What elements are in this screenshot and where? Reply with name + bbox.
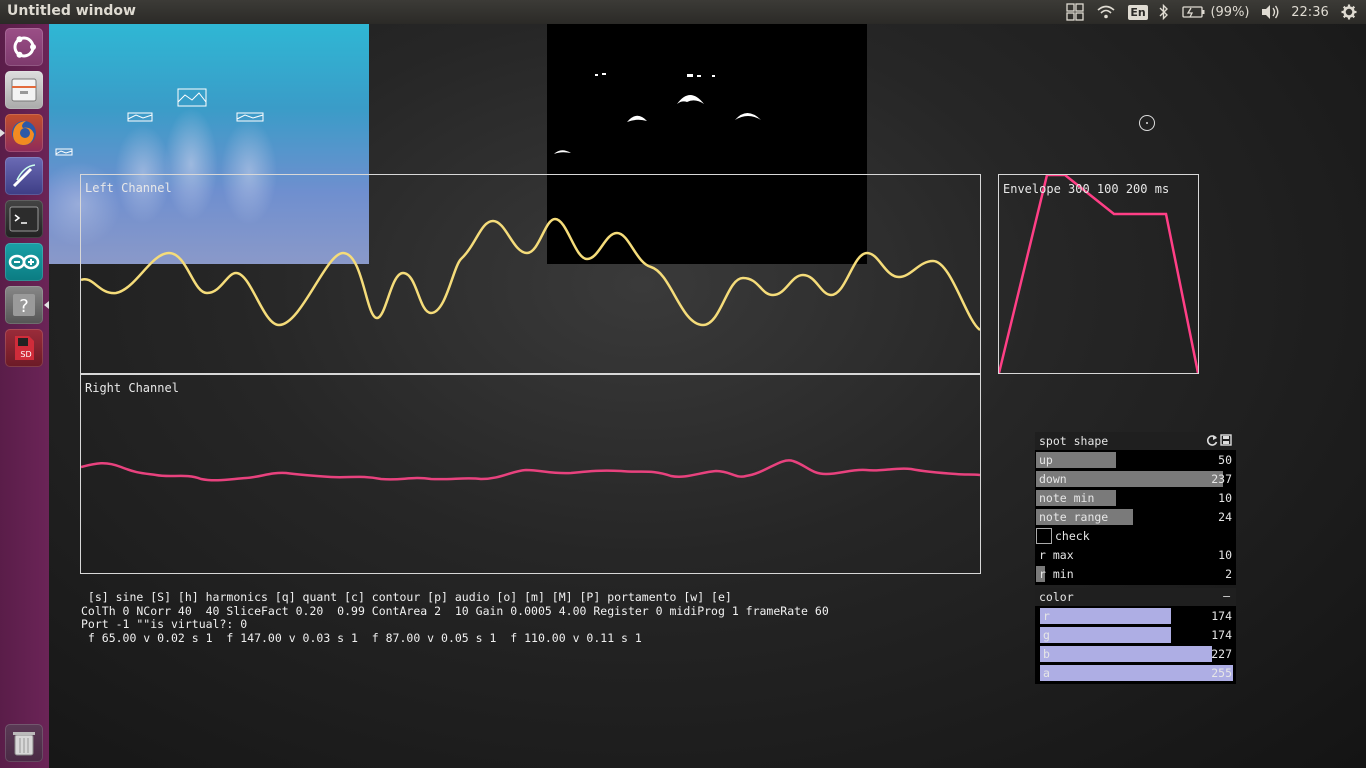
app-canvas[interactable]: Left Channel Right Channel Envelope 300 … [49, 24, 1366, 768]
slider-b[interactable]: b 227 [1039, 645, 1236, 663]
slider-a[interactable]: a 255 [1039, 664, 1236, 682]
status-line-params: ColTh 0 NCorr 40 40 SliceFact 0.20 0.99 … [81, 603, 829, 618]
slider-note-range-value: 24 [1218, 510, 1232, 524]
svg-text:SD: SD [20, 350, 31, 359]
arduino-button[interactable] [5, 243, 43, 281]
status-text-block: [s] sine [S] [h] harmonics [q] quant [c]… [81, 590, 829, 645]
spot-shape-header[interactable]: spot shape [1035, 432, 1236, 450]
color-title: color [1039, 590, 1074, 604]
envelope-graph [999, 175, 1198, 373]
firefox-icon [12, 121, 36, 145]
color-header[interactable]: color – [1035, 588, 1236, 606]
bluetooth-icon[interactable] [1156, 0, 1172, 24]
trash-button[interactable] [5, 724, 43, 762]
slider-down-label: down [1039, 472, 1067, 486]
slider-up[interactable]: up 50 [1035, 451, 1236, 469]
workspace-switcher-icon[interactable] [1064, 0, 1086, 24]
slider-note-range[interactable]: note range 24 [1035, 508, 1236, 526]
refresh-icon[interactable] [1206, 433, 1218, 450]
slider-note-range-label: note range [1039, 510, 1109, 524]
volume-icon[interactable] [1258, 0, 1282, 24]
status-line-frequencies: f 65.00 v 0.02 s 1 f 147.00 v 0.03 s 1 f… [81, 630, 642, 645]
toggle-check[interactable]: check [1035, 527, 1236, 545]
color-panel[interactable]: color – r 174 g 174 b 227 a 255 [1035, 588, 1236, 684]
slider-note-min-value: 10 [1218, 491, 1232, 505]
status-line-port: Port -1 ""is virtual?: 0 [81, 617, 248, 631]
slider-r-max[interactable]: r max 10 [1035, 546, 1236, 564]
slider-note-min-label: note min [1039, 491, 1095, 505]
left-waveform [81, 217, 980, 332]
ubuntu-dash-button[interactable] [5, 28, 43, 66]
slider-g-fill [1040, 627, 1171, 643]
slider-a-label: a [1043, 666, 1050, 680]
question-mark-icon: ? [13, 294, 35, 317]
check-toggle-box[interactable] [1036, 528, 1052, 544]
keyboard-layout-indicator[interactable]: En [1127, 0, 1149, 24]
slider-b-value: 227 [1211, 647, 1232, 661]
save-icon[interactable] [1220, 433, 1232, 450]
toggle-check-label: check [1055, 529, 1090, 543]
keyboard-layout-label: En [1128, 4, 1148, 20]
settings-gear-icon[interactable] [1338, 0, 1360, 24]
slider-b-fill [1040, 646, 1212, 662]
slider-r-label: r [1043, 609, 1050, 623]
slider-r-min-value: 2 [1225, 567, 1232, 581]
window-title: Untitled window [7, 3, 136, 19]
slider-g[interactable]: g 174 [1039, 626, 1236, 644]
slider-r-max-value: 10 [1218, 548, 1232, 562]
slider-b-label: b [1043, 647, 1050, 661]
slider-g-value: 174 [1211, 628, 1232, 642]
slider-a-value: 255 [1211, 666, 1232, 680]
battery-percent: (99%) [1210, 4, 1250, 20]
launcher: ? SD [0, 24, 50, 768]
slider-down-value: 237 [1211, 472, 1232, 486]
ubuntu-logo-icon [13, 36, 36, 58]
clock[interactable]: 22:36 [1290, 0, 1330, 24]
slider-r-min[interactable]: r min 2 [1035, 565, 1236, 583]
right-channel-panel: Right Channel [80, 374, 981, 574]
slider-down[interactable]: down 237 [1035, 470, 1236, 488]
slider-r-value: 174 [1211, 609, 1232, 623]
slider-r[interactable]: r 174 [1039, 607, 1236, 625]
wifi-icon[interactable] [1095, 0, 1117, 24]
left-channel-panel: Left Channel [80, 174, 981, 374]
help-button[interactable]: ? [5, 286, 43, 324]
file-cabinet-icon [11, 78, 37, 102]
svg-text:?: ? [19, 296, 29, 317]
battery-icon[interactable] [1180, 0, 1208, 24]
slider-up-label: up [1039, 453, 1053, 467]
right-waveform [81, 459, 980, 482]
arduino-icon [8, 254, 40, 270]
firefox-button[interactable] [5, 114, 43, 152]
collapse-button[interactable]: – [1223, 589, 1230, 603]
envelope-label: Envelope 300 100 200 ms [1003, 182, 1170, 196]
pen-icon [12, 164, 36, 188]
status-line-keys: [s] sine [S] [h] harmonics [q] quant [c]… [81, 590, 732, 604]
slider-r-min-label: r min [1039, 567, 1074, 581]
text-editor-button[interactable] [5, 157, 43, 195]
spot-cursor-icon [1139, 115, 1155, 131]
terminal-icon [9, 206, 39, 232]
terminal-button[interactable] [5, 200, 43, 238]
slider-note-min[interactable]: note min 10 [1035, 489, 1236, 507]
spot-shape-panel[interactable]: spot shape up 50 down 237 note min 10 no… [1035, 432, 1236, 585]
slider-up-value: 50 [1218, 453, 1232, 467]
trash-icon [13, 732, 35, 756]
slider-r-fill [1040, 608, 1171, 624]
files-button[interactable] [5, 71, 43, 109]
top-panel: Untitled window En (99%) 22:36 [0, 0, 1366, 24]
sd-card-icon: SD [15, 336, 34, 360]
sd-card-button[interactable]: SD [5, 329, 43, 367]
slider-r-max-label: r max [1039, 548, 1074, 562]
spot-shape-title: spot shape [1039, 434, 1109, 448]
envelope-panel: Envelope 300 100 200 ms [998, 174, 1199, 374]
slider-a-fill [1040, 665, 1233, 681]
slider-g-label: g [1043, 628, 1050, 642]
